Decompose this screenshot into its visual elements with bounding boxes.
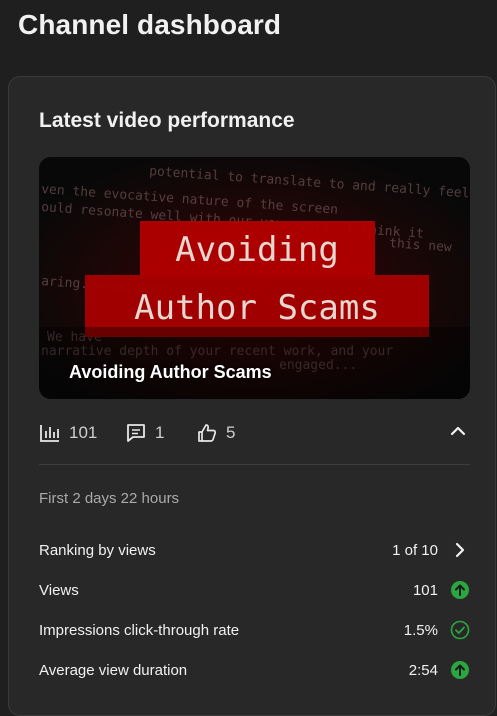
check-circle-icon [450, 620, 470, 640]
video-title[interactable]: Avoiding Author Scams [69, 362, 272, 383]
collapse-button[interactable] [446, 421, 470, 445]
period-label: First 2 days 22 hours [39, 490, 180, 507]
card-title: Latest video performance [39, 109, 295, 132]
metric-row-views: Views 101 [39, 578, 470, 602]
metric-label: Ranking by views [39, 541, 156, 559]
views-stat: 101 [39, 421, 97, 445]
chevron-up-icon [448, 421, 468, 446]
metric-label: Average view duration [39, 661, 188, 679]
metric-row-ranking[interactable]: Ranking by views 1 of 10 [39, 538, 470, 562]
metric-label: Views [39, 581, 79, 599]
page-title: Channel dashboard [18, 9, 282, 40]
arrow-up-circle-icon [450, 580, 470, 600]
metric-label: Impressions click-through rate [39, 621, 240, 639]
latest-video-card: Latest video performance potential to tr… [8, 76, 496, 716]
comment-icon [125, 422, 147, 444]
bar-chart-icon [39, 422, 61, 444]
metric-value: 1 of 10 [392, 541, 438, 559]
thumbs-up-icon [196, 422, 218, 444]
thumbnail-headline-2: Author Scams [134, 288, 380, 328]
metric-value: 2:54 [408, 661, 438, 679]
divider [39, 464, 470, 465]
comments-count: 1 [155, 423, 165, 442]
likes-count: 5 [226, 423, 236, 442]
metric-row-ctr: Impressions click-through rate 1.5% [39, 618, 470, 642]
video-thumbnail[interactable]: potential to translate to and really fee… [39, 157, 470, 399]
likes-stat: 5 [196, 421, 235, 445]
chevron-right-icon[interactable] [450, 540, 470, 560]
metric-value: 101 [412, 581, 438, 599]
video-stats-row: 101 1 5 [39, 421, 470, 445]
views-count: 101 [69, 423, 98, 442]
metric-row-avg-duration: Average view duration 2:54 [39, 658, 470, 682]
metric-value: 1.5% [403, 621, 438, 639]
arrow-up-circle-icon [450, 660, 470, 680]
thumbnail-headline-1: Avoiding [175, 230, 339, 270]
comments-stat: 1 [125, 421, 164, 445]
